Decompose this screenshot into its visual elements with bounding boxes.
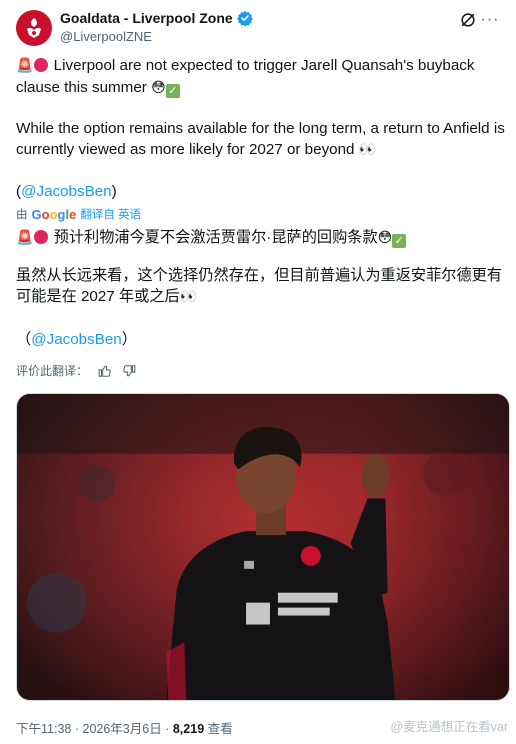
eyes-emoji-icon: 👀 xyxy=(358,142,377,158)
thumbs-down-icon[interactable] xyxy=(122,364,136,378)
translation-line2: 虽然从长远来看，这个选择仍然存在，但目前普遍认为重返安菲尔德更有可能是在 202… xyxy=(16,265,508,308)
tweet-source: (@JacobsBen) xyxy=(16,181,508,202)
check-emoji-icon: ✓ xyxy=(392,234,407,248)
tweet-footer: 下午11:38 · 2026年3月6日 · 8,219 查看 xyxy=(16,718,233,737)
views-count: 8,219 xyxy=(172,722,205,736)
thumbs-up-icon[interactable] xyxy=(98,364,112,378)
name-row: Goaldata - Liverpool Zone xyxy=(60,10,253,26)
translation-source-open: （ xyxy=(16,331,32,348)
tweet-header: Goaldata - Liverpool Zone @LiverpoolZNE … xyxy=(16,6,500,50)
watermark: @麦克通想正在看var xyxy=(390,720,508,734)
siren-emoji-icon: 🚨 xyxy=(16,58,34,74)
translated-by: 由 Google 翻译自 英语 xyxy=(16,206,141,222)
tweet-photo[interactable] xyxy=(16,393,510,701)
translation-source-link[interactable]: @JacobsBen xyxy=(31,331,122,348)
verified-badge-icon xyxy=(236,11,253,26)
red-circle-emoji-icon xyxy=(34,230,49,244)
avatar[interactable] xyxy=(16,10,52,46)
footer-separator: · xyxy=(74,722,80,736)
translation-line2-text: 虽然从长远来看，这个选择仍然存在，但目前普遍认为重返安菲尔德更有可能是在 202… xyxy=(16,267,502,305)
grok-icon[interactable] xyxy=(458,10,478,30)
tweet-line2-text: While the option remains available for t… xyxy=(16,120,505,158)
check-emoji-icon: ✓ xyxy=(165,84,180,98)
translation-line1: 🚨 预计利物浦今夏不会激活贾雷尔·昆萨的回购条款😳 ✓ xyxy=(16,227,508,249)
flushed-emoji-icon: 😳 xyxy=(377,230,393,246)
red-circle-emoji-icon xyxy=(34,58,49,72)
tweet-date[interactable]: 2026年3月6日 xyxy=(83,722,162,736)
translated-by-label: 由 xyxy=(16,209,28,221)
source-link[interactable]: @JacobsBen xyxy=(21,183,112,200)
tweet-text-line1: 🚨 Liverpool are not expected to trigger … xyxy=(16,55,508,99)
flushed-emoji-icon: 😳 xyxy=(151,80,166,96)
account-handle[interactable]: @LiverpoolZNE xyxy=(60,29,152,44)
translated-from-link[interactable]: 翻译自 英语 xyxy=(80,206,141,222)
tweet-line1: Liverpool are not expected to trigger Ja… xyxy=(16,57,475,96)
tweet-line2: While the option remains available for t… xyxy=(16,118,508,161)
display-name[interactable]: Goaldata - Liverpool Zone xyxy=(60,10,233,26)
eyes-emoji-icon: 👀 xyxy=(179,289,198,305)
translation-line1-text: 预计利物浦今夏不会激活贾雷尔·昆萨的回购条款 xyxy=(53,229,378,246)
more-options-icon[interactable]: ··· xyxy=(480,10,500,30)
siren-emoji-icon: 🚨 xyxy=(16,230,34,246)
liverpool-crest-icon xyxy=(27,18,41,38)
rate-label: 评价此翻译： xyxy=(16,364,89,378)
google-logo: Google xyxy=(31,206,77,222)
translation-source-close: ） xyxy=(121,331,137,348)
player-photo xyxy=(17,394,509,700)
source-close: ) xyxy=(111,183,117,200)
footer-separator: · xyxy=(165,722,170,736)
translation-source: （@JacobsBen） xyxy=(16,329,508,350)
views-label: 查看 xyxy=(207,722,233,736)
tweet-time[interactable]: 下午11:38 xyxy=(16,722,71,736)
rate-translation: 评价此翻译： xyxy=(16,362,136,379)
